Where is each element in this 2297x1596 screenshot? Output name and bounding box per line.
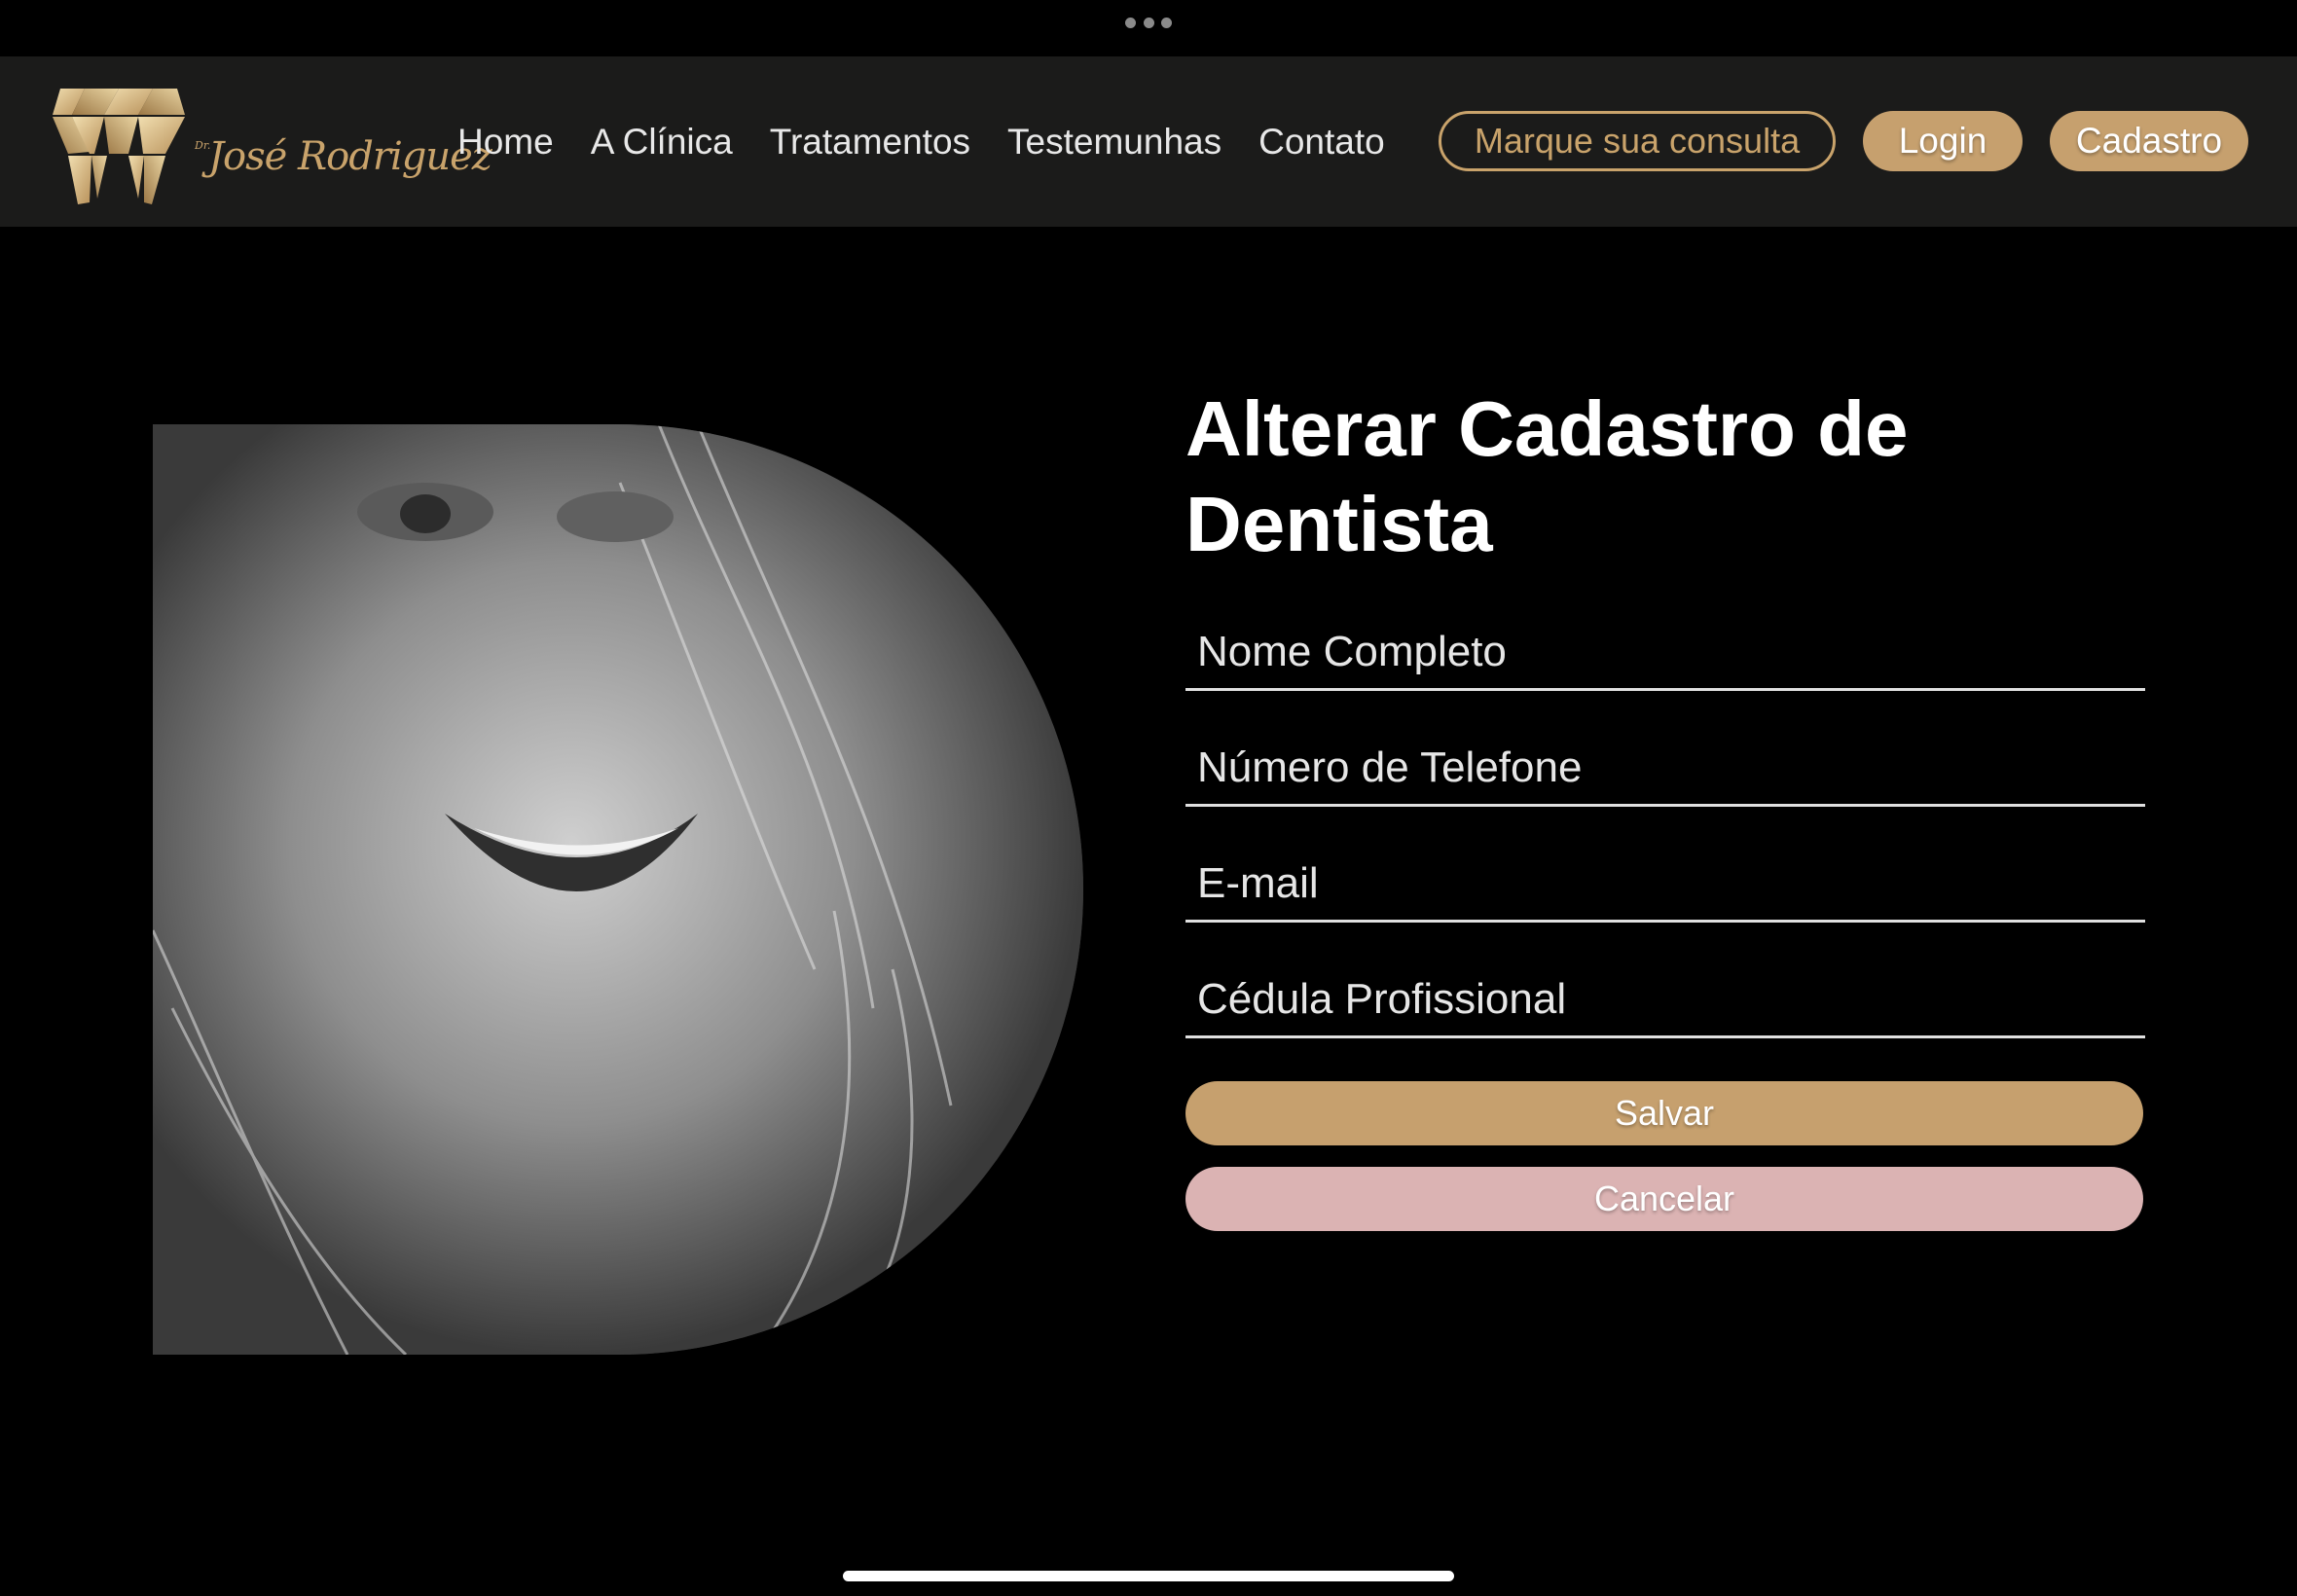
save-button[interactable]: Salvar: [1185, 1081, 2143, 1145]
tooth-logo-icon: [53, 89, 185, 204]
smiling-woman-photo: [153, 424, 1083, 1355]
login-button[interactable]: Login: [1863, 111, 2023, 171]
full-name-field-wrapper: [1185, 572, 2145, 691]
clinic-logo[interactable]: Dr. José Rodriguez: [51, 84, 492, 210]
nav-link-home[interactable]: Home: [457, 122, 554, 163]
hero-photo: [153, 424, 1083, 1355]
email-input[interactable]: [1185, 852, 2145, 923]
register-button[interactable]: Cadastro: [2050, 111, 2248, 171]
phone-input[interactable]: [1185, 737, 2145, 807]
edit-dentist-form: Alterar Cadastro de Dentista Salvar Canc…: [1185, 381, 2145, 1231]
email-field-wrapper: [1185, 807, 2145, 923]
professional-license-input[interactable]: [1185, 968, 2145, 1038]
navbar: Dr. José Rodriguez Home A Clínica Tratam…: [0, 56, 2297, 227]
form-title-line1: Alterar Cadastro de: [1185, 385, 1909, 472]
nav-link-treatments[interactable]: Tratamentos: [770, 122, 970, 163]
full-name-input[interactable]: [1185, 621, 2145, 691]
license-field-wrapper: [1185, 923, 2145, 1038]
nav-link-clinic[interactable]: A Clínica: [591, 122, 733, 163]
main-nav: Home A Clínica Tratamentos Testemunhas C…: [457, 56, 1385, 227]
multitask-dots-icon[interactable]: [1125, 17, 1172, 28]
home-indicator[interactable]: [843, 1571, 1454, 1581]
form-title-line2: Dentista: [1185, 481, 1493, 567]
book-appointment-button[interactable]: Marque sua consulta: [1439, 111, 1836, 171]
logo-name: José Rodriguez: [208, 134, 492, 179]
status-bar: [0, 0, 2297, 56]
phone-field-wrapper: [1185, 691, 2145, 807]
nav-link-testimonials[interactable]: Testemunhas: [1007, 122, 1221, 163]
cancel-button[interactable]: Cancelar: [1185, 1167, 2143, 1231]
nav-link-contact[interactable]: Contato: [1258, 122, 1385, 163]
form-title: Alterar Cadastro de Dentista: [1185, 381, 2145, 572]
